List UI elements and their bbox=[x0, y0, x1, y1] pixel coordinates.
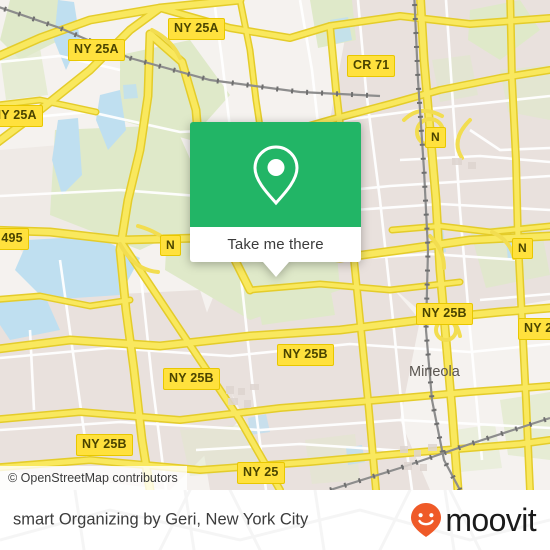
road-shield-ny25a-2[interactable]: NY 25A bbox=[68, 39, 125, 61]
place-label-mineola: Mineola bbox=[409, 364, 460, 380]
road-shield-ny25a-1[interactable]: NY 25A bbox=[168, 18, 225, 40]
road-shield-ny25a-3[interactable]: NY 25A bbox=[0, 105, 43, 127]
road-shield-ny25b-5[interactable]: NY 25B bbox=[76, 434, 133, 456]
moovit-wordmark: moovit bbox=[445, 502, 536, 538]
junction-shield-n-1[interactable]: N bbox=[425, 127, 446, 148]
page-title: smart Organizing by Geri, New York City bbox=[13, 510, 309, 529]
osm-attribution[interactable]: © OpenStreetMap contributors bbox=[0, 466, 187, 490]
popup-pointer bbox=[262, 262, 289, 277]
moovit-brand[interactable]: moovit bbox=[409, 502, 537, 538]
take-me-there-label: Take me there bbox=[227, 236, 324, 253]
road-shield-ny25[interactable]: NY 25 bbox=[237, 462, 285, 484]
footer-bar: smart Organizing by Geri, New York City … bbox=[0, 490, 550, 550]
location-popup-card[interactable]: Take me there bbox=[190, 122, 361, 277]
road-shield-cr71[interactable]: CR 71 bbox=[347, 55, 396, 77]
junction-shield-n-3[interactable]: N bbox=[160, 235, 181, 256]
map-screenshot: NY 25A NY 25A NY 25A CR 71 I 495 NY 25B … bbox=[0, 0, 550, 550]
road-shield-ny25b-1[interactable]: NY 25B bbox=[416, 303, 473, 325]
road-shield-i495[interactable]: I 495 bbox=[0, 228, 29, 250]
junction-shield-n-2[interactable]: N bbox=[512, 238, 533, 259]
moovit-smiley-pin-icon bbox=[411, 503, 442, 537]
map-canvas[interactable]: NY 25A NY 25A NY 25A CR 71 I 495 NY 25B … bbox=[0, 0, 550, 490]
road-shield-ny25b-4[interactable]: NY 25B bbox=[163, 368, 220, 390]
road-shield-ny25b-2[interactable]: NY 25B bbox=[518, 318, 550, 340]
popup-icon-panel bbox=[190, 122, 361, 227]
road-shield-ny25b-3[interactable]: NY 25B bbox=[277, 344, 334, 366]
popup-action-panel[interactable]: Take me there bbox=[190, 227, 361, 262]
map-pin-icon bbox=[252, 144, 299, 205]
